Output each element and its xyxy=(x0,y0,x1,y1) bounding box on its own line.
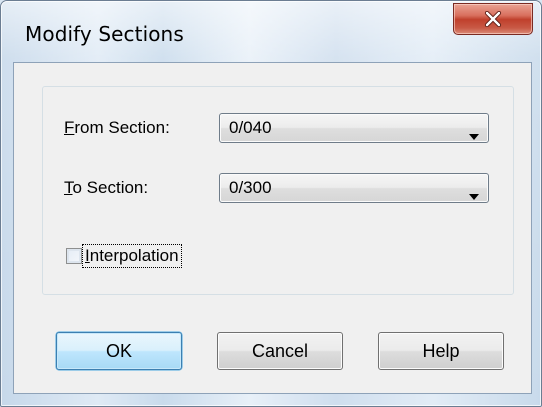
ok-button[interactable]: OK xyxy=(56,332,182,370)
from-section-label: From Section: xyxy=(64,118,170,137)
interpolation-label[interactable]: Interpolation xyxy=(82,244,182,268)
to-section-dropdown[interactable]: 0/300 xyxy=(219,173,489,203)
from-section-dropdown[interactable]: 0/040 xyxy=(219,113,489,143)
to-section-label: To Section: xyxy=(64,178,149,197)
help-button[interactable]: Help xyxy=(378,332,504,370)
interpolation-option[interactable]: Interpolation xyxy=(66,244,182,268)
dropdown-arrow-icon xyxy=(469,185,479,204)
interpolation-checkbox[interactable] xyxy=(66,248,82,264)
dropdown-arrow-icon xyxy=(469,125,479,144)
to-section-value: 0/300 xyxy=(229,178,272,197)
close-button[interactable] xyxy=(453,3,533,35)
close-icon xyxy=(484,11,502,27)
cancel-button[interactable]: Cancel xyxy=(217,332,343,370)
dialog-window: Modify Sections From Section: 0/040 To S… xyxy=(0,0,542,407)
from-section-value: 0/040 xyxy=(229,118,272,137)
dialog-client-area: From Section: 0/040 To Section: 0/300 In… xyxy=(13,62,532,394)
window-title: Modify Sections xyxy=(25,22,184,46)
